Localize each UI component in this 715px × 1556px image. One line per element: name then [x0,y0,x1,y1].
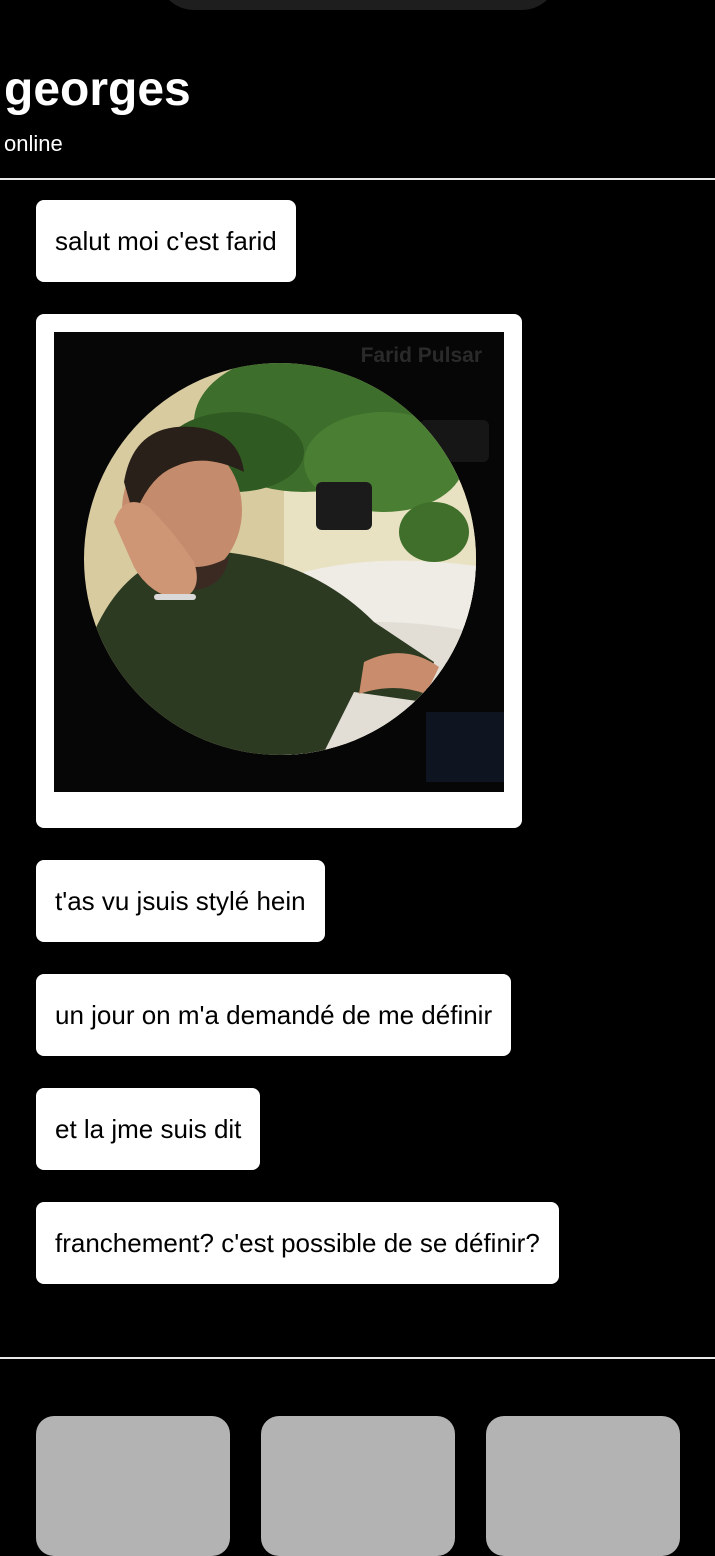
profile-photo[interactable]: Farid Pulsar [54,332,504,792]
photo-overlay-text: Farid Pulsar [360,344,482,367]
message-bubble[interactable]: un jour on m'a demandé de me définir [36,974,512,1056]
action-button-2[interactable] [261,1416,455,1556]
header-divider [0,178,715,180]
message-bubble[interactable]: t'as vu jsuis stylé hein [36,860,325,942]
photo-image [84,363,504,782]
action-button-3[interactable] [486,1416,680,1556]
message-bubble[interactable]: salut moi c'est farid [36,200,296,282]
message-bubble[interactable]: et la jme suis dit [36,1088,261,1170]
input-divider [0,1357,715,1359]
action-button-1[interactable] [36,1416,230,1556]
message-bubble[interactable]: franchement? c'est possible de se défini… [36,1202,559,1284]
contact-name: georges [4,63,191,116]
photo-message[interactable]: Farid Pulsar [36,314,522,828]
contact-status: online [4,131,63,156]
top-notch [158,0,558,10]
